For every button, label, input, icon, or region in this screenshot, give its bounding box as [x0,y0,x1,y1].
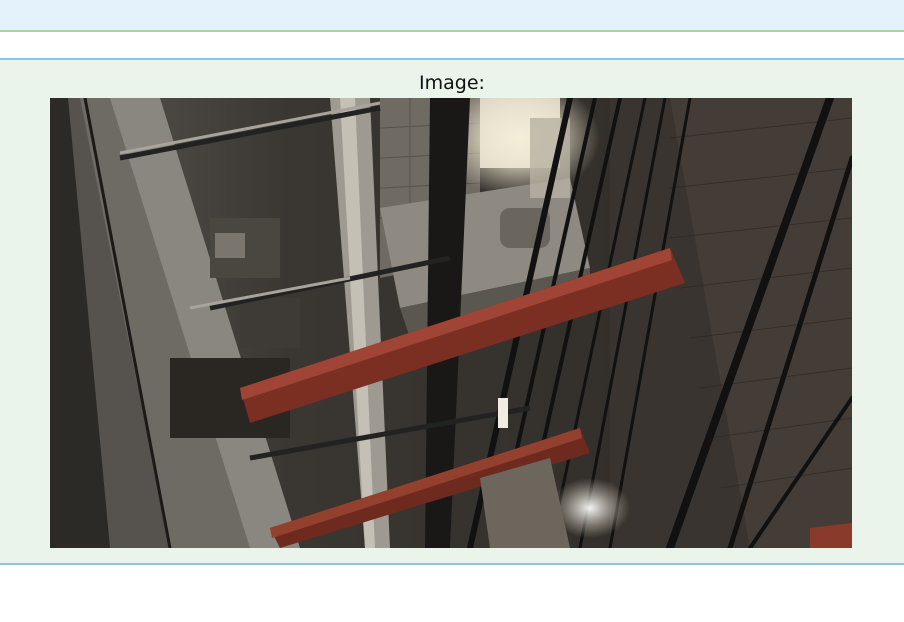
top-banner [0,0,904,32]
spacer-row [0,32,904,60]
elevator-shaft-photo [50,98,852,548]
image-label: Image: [419,72,485,94]
image-panel: Image: [0,60,904,565]
